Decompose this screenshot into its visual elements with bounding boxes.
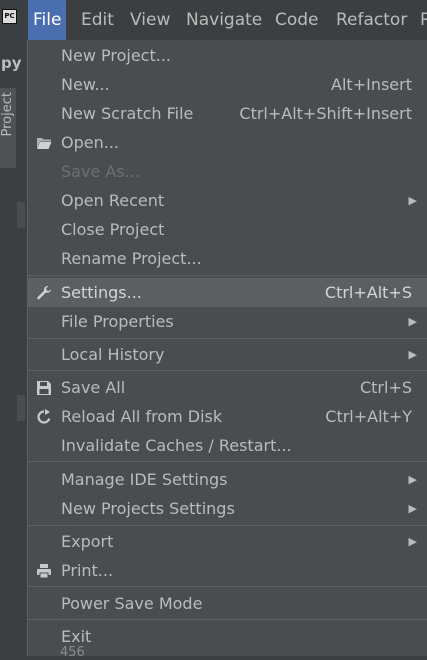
menu-item-label: New Projects Settings	[61, 499, 235, 518]
menu-item-label: Print...	[61, 561, 114, 580]
menu-item-label: New...	[61, 75, 110, 94]
menu-navigate[interactable]: Navigate	[186, 0, 262, 40]
menu-file[interactable]: File	[28, 0, 67, 40]
menu-item-label: Settings...	[61, 283, 142, 302]
menu-item-close-project[interactable]: Close Project	[28, 215, 427, 244]
menu-separator	[28, 619, 427, 620]
menu-item-manage-ide-settings[interactable]: Manage IDE Settings ▶	[28, 465, 427, 494]
chevron-right-icon: ▶	[408, 315, 417, 328]
menu-item-label: Reload All from Disk	[61, 407, 223, 426]
wrench-icon	[37, 286, 51, 300]
menu-item-invalidate-caches[interactable]: Invalidate Caches / Restart...	[28, 431, 427, 460]
menu-item-label: Save All	[61, 378, 126, 397]
folder-icon	[37, 138, 52, 149]
chevron-right-icon: ▶	[408, 473, 417, 486]
menu-bar: PC File Edit View Navigate Code Refactor…	[0, 0, 427, 40]
strip-marker	[17, 395, 25, 421]
project-name-partial: py	[1, 54, 22, 72]
chevron-right-icon: ▶	[408, 348, 417, 361]
menu-item-label: Local History	[61, 345, 165, 364]
printer-icon	[37, 564, 51, 579]
background-text-peek: 456	[60, 645, 85, 660]
menu-item-export[interactable]: Export ▶	[28, 527, 427, 556]
strip-marker	[17, 202, 25, 228]
shortcut-label: Alt+Insert	[331, 75, 412, 94]
menu-item-exit[interactable]: Exit	[28, 622, 427, 651]
menu-item-open[interactable]: Open...	[28, 128, 427, 157]
menu-item-label: New Project...	[61, 46, 171, 65]
menu-item-label: Rename Project...	[61, 249, 202, 268]
chevron-right-icon: ▶	[408, 502, 417, 515]
menu-item-print[interactable]: Print...	[28, 556, 427, 585]
chevron-right-icon: ▶	[408, 194, 417, 207]
menu-item-label: File Properties	[61, 312, 174, 331]
shortcut-label: Ctrl+Alt+Shift+Insert	[239, 104, 412, 123]
menu-item-label: Invalidate Caches / Restart...	[61, 436, 292, 455]
menu-item-label: Save As...	[61, 162, 140, 181]
menu-item-label: Power Save Mode	[61, 594, 203, 613]
project-tab-label: Project	[0, 92, 15, 137]
menu-item-settings[interactable]: Settings... Ctrl+Alt+S	[28, 278, 427, 307]
menu-separator	[28, 525, 427, 526]
menu-refactor[interactable]: Refactor	[336, 0, 407, 40]
project-tool-tab[interactable]: Project	[0, 88, 16, 168]
menu-item-label: Manage IDE Settings	[61, 470, 228, 489]
menu-separator	[28, 370, 427, 371]
menu-item-new-scratch-file[interactable]: New Scratch File Ctrl+Alt+Shift+Insert	[28, 99, 427, 128]
menu-item-new-projects-settings[interactable]: New Projects Settings ▶	[28, 494, 427, 523]
menu-item-rename-project[interactable]: Rename Project...	[28, 244, 427, 273]
menu-item-save-all[interactable]: Save All Ctrl+S	[28, 373, 427, 402]
menu-item-open-recent[interactable]: Open Recent ▶	[28, 186, 427, 215]
shortcut-label: Ctrl+Alt+Y	[325, 407, 412, 426]
shortcut-label: Ctrl+S	[359, 378, 412, 397]
floppy-disk-icon	[37, 381, 51, 395]
menu-item-label: New Scratch File	[61, 104, 194, 123]
menu-separator	[28, 586, 427, 587]
reload-icon	[37, 409, 51, 424]
menu-view[interactable]: View	[130, 0, 170, 40]
menu-item-save-as: Save As...	[28, 157, 427, 186]
menu-item-label: Open...	[61, 133, 119, 152]
menu-item-label: Export	[61, 532, 114, 551]
menu-separator	[28, 275, 427, 276]
menu-item-reload-all-from-disk[interactable]: Reload All from Disk Ctrl+Alt+Y	[28, 402, 427, 431]
menu-item-new-project[interactable]: New Project...	[28, 41, 427, 70]
menu-run-partial[interactable]: R	[420, 0, 427, 40]
chevron-right-icon: ▶	[408, 535, 417, 548]
menu-separator	[28, 338, 427, 339]
menu-code[interactable]: Code	[275, 0, 319, 40]
menu-item-power-save-mode[interactable]: Power Save Mode	[28, 589, 427, 618]
menu-item-label: Close Project	[61, 220, 165, 239]
menu-item-label: Open Recent	[61, 191, 165, 210]
shortcut-label: Ctrl+Alt+S	[324, 283, 412, 302]
menu-item-local-history[interactable]: Local History ▶	[28, 340, 427, 369]
menu-item-new[interactable]: New... Alt+Insert	[28, 70, 427, 99]
menu-item-file-properties[interactable]: File Properties ▶	[28, 307, 427, 336]
file-menu-dropdown: New Project... New... Alt+Insert New Scr…	[27, 40, 427, 656]
menu-edit[interactable]: Edit	[81, 0, 114, 40]
menu-separator	[28, 461, 427, 462]
app-logo: PC	[2, 9, 17, 24]
left-tool-strip: py Project	[0, 40, 27, 656]
